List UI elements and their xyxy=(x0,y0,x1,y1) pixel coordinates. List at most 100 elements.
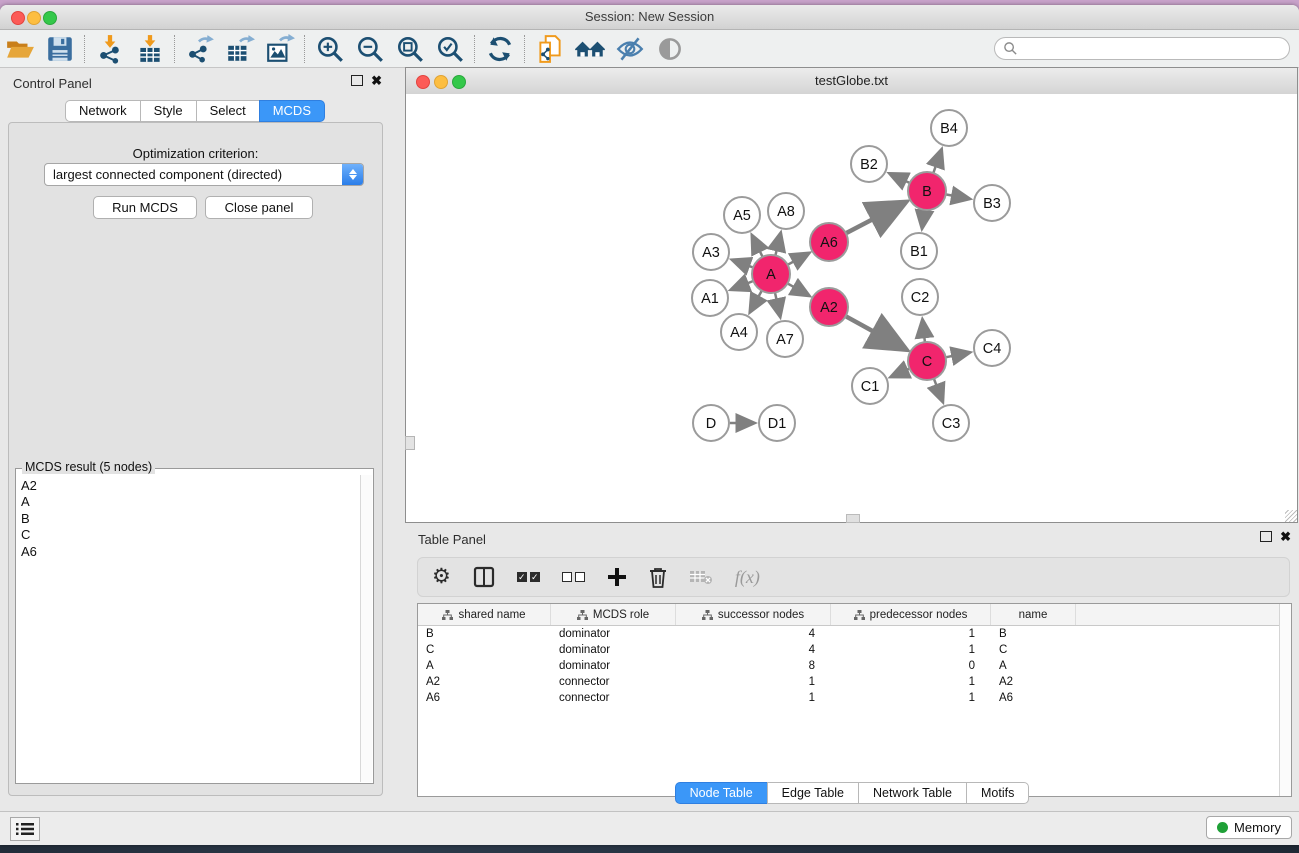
mcds-result-item[interactable]: C xyxy=(21,527,372,543)
desktop-background-strip xyxy=(0,844,1299,853)
graph-edge-C-C1[interactable] xyxy=(892,369,910,377)
mcds-result-item[interactable]: B xyxy=(21,511,372,527)
network-view-window: testGlobe.txt AA1A2A3A4A5A6A7A8BB1B2B3B4… xyxy=(405,67,1298,523)
table-cell: 1 xyxy=(676,692,831,704)
left-grip-handle[interactable] xyxy=(405,436,415,450)
toolbar-separator xyxy=(474,35,476,63)
graph-edge-A-A3[interactable] xyxy=(734,260,754,267)
clone-network-icon[interactable] xyxy=(530,32,570,66)
graph-edge-C-C3[interactable] xyxy=(934,379,942,401)
graph-edge-A-A5[interactable] xyxy=(753,237,763,257)
home-layout-icon[interactable] xyxy=(570,32,610,66)
network-canvas[interactable]: AA1A2A3A4A5A6A7A8BB1B2B3B4CC1C2C3C4DD1 xyxy=(406,94,1297,522)
tab-motifs[interactable]: Motifs xyxy=(966,782,1029,804)
show-all-icon[interactable] xyxy=(650,32,690,66)
import-table-icon[interactable] xyxy=(130,32,170,66)
table-row[interactable]: A6connector11A6 xyxy=(418,690,1291,706)
memory-status-icon xyxy=(1217,822,1228,833)
mcds-result-item[interactable]: A6 xyxy=(21,544,372,560)
table-header-row: shared nameMCDS rolesuccessor nodesprede… xyxy=(418,604,1291,626)
export-network-icon[interactable] xyxy=(180,32,220,66)
table-row[interactable]: Cdominator41C xyxy=(418,642,1291,658)
export-table-icon[interactable] xyxy=(220,32,260,66)
criterion-dropdown[interactable]: largest connected component (directed) xyxy=(44,163,364,186)
import-network-icon[interactable] xyxy=(90,32,130,66)
hide-selected-icon[interactable] xyxy=(610,32,650,66)
function-builder-icon[interactable]: f(x) xyxy=(735,567,760,588)
deselect-all-icon[interactable] xyxy=(562,572,585,582)
graph-node-label: B1 xyxy=(910,244,928,260)
table-scrollbar[interactable] xyxy=(1279,604,1291,796)
close-panel-button[interactable]: Close panel xyxy=(205,196,313,219)
graph-edge-A2-C[interactable] xyxy=(846,316,904,348)
graph-edge-A-A8[interactable] xyxy=(775,234,780,255)
graph-edge-A-A6[interactable] xyxy=(788,254,808,265)
table-row[interactable]: Bdominator41B xyxy=(418,626,1291,642)
memory-button[interactable]: Memory xyxy=(1206,816,1292,839)
search-input[interactable] xyxy=(994,37,1290,60)
graph-edge-A6-B[interactable] xyxy=(846,204,903,234)
settings-gear-icon[interactable]: ⚙ xyxy=(432,567,451,587)
tab-network-table[interactable]: Network Table xyxy=(858,782,966,804)
graph-edge-A-A2[interactable] xyxy=(788,283,809,295)
bottom-grip-handle[interactable] xyxy=(846,514,860,523)
result-scrollbar[interactable] xyxy=(360,475,372,782)
open-file-icon[interactable] xyxy=(0,32,40,66)
column-header-predecessor-nodes[interactable]: predecessor nodes xyxy=(831,604,991,625)
zoom-out-icon[interactable] xyxy=(350,32,390,66)
node-table[interactable]: shared nameMCDS rolesuccessor nodesprede… xyxy=(417,603,1292,797)
tab-network[interactable]: Network xyxy=(65,100,140,122)
main-titlebar: Session: New Session xyxy=(0,5,1299,30)
save-session-icon[interactable] xyxy=(40,32,80,66)
table-row[interactable]: A2connector11A2 xyxy=(418,674,1291,690)
select-all-icon[interactable]: ✓✓ xyxy=(517,572,540,582)
delete-table-icon[interactable] xyxy=(689,568,713,586)
graph-edge-C-C4[interactable] xyxy=(946,353,969,358)
tab-edge-table[interactable]: Edge Table xyxy=(767,782,858,804)
graph-edge-B-B4[interactable] xyxy=(933,151,941,173)
tab-mcds[interactable]: MCDS xyxy=(259,100,325,122)
graph-edge-A-A4[interactable] xyxy=(751,291,762,311)
graph-edge-B-B1[interactable] xyxy=(922,210,924,227)
table-cell: A6 xyxy=(418,692,551,704)
graph-edge-B-B3[interactable] xyxy=(946,194,969,198)
tab-style[interactable]: Style xyxy=(140,100,196,122)
column-header-shared-name[interactable]: shared name xyxy=(418,604,551,625)
graph-node-label: C2 xyxy=(911,290,930,306)
close-table-panel-icon[interactable]: ✖ xyxy=(1280,531,1291,542)
delete-column-icon[interactable] xyxy=(649,567,667,588)
graph-node-label: A1 xyxy=(701,291,719,307)
graph-edge-B-B2[interactable] xyxy=(891,174,910,183)
column-header-MCDS-role[interactable]: MCDS role xyxy=(551,604,676,625)
refresh-icon[interactable] xyxy=(480,32,520,66)
dropdown-stepper-icon xyxy=(342,164,363,185)
tab-node-table[interactable]: Node Table xyxy=(675,782,767,804)
table-row[interactable]: Adominator80A xyxy=(418,658,1291,674)
table-cell: 1 xyxy=(831,692,991,704)
table-cell: B xyxy=(991,628,1076,640)
mcds-result-item[interactable]: A2 xyxy=(21,478,372,494)
mcds-result-item[interactable]: A xyxy=(21,494,372,510)
export-image-icon[interactable] xyxy=(260,32,300,66)
control-panel-tabs: NetworkStyleSelectMCDS xyxy=(0,100,390,122)
zoom-in-icon[interactable] xyxy=(310,32,350,66)
table-cell: 1 xyxy=(831,644,991,656)
graph-edge-A-A7[interactable] xyxy=(775,293,780,316)
graph-node-label: D xyxy=(706,416,716,432)
task-history-button[interactable] xyxy=(10,817,40,841)
resize-corner-handle[interactable] xyxy=(1285,510,1297,522)
column-header-successor-nodes[interactable]: successor nodes xyxy=(676,604,831,625)
graph-edge-A-A1[interactable] xyxy=(732,281,753,289)
graph-edge-C-C2[interactable] xyxy=(923,321,925,342)
float-panel-icon[interactable] xyxy=(351,75,363,86)
mcds-result-list[interactable]: A2ABCA6 xyxy=(17,475,372,782)
column-selector-icon[interactable] xyxy=(473,566,495,588)
run-mcds-button[interactable]: Run MCDS xyxy=(93,196,197,219)
close-panel-icon[interactable]: ✖ xyxy=(371,75,382,86)
zoom-selected-icon[interactable] xyxy=(430,32,470,66)
column-header-name[interactable]: name xyxy=(991,604,1076,625)
add-column-icon[interactable] xyxy=(607,567,627,587)
float-table-panel-icon[interactable] xyxy=(1260,531,1272,542)
tab-select[interactable]: Select xyxy=(196,100,259,122)
zoom-fit-icon[interactable] xyxy=(390,32,430,66)
